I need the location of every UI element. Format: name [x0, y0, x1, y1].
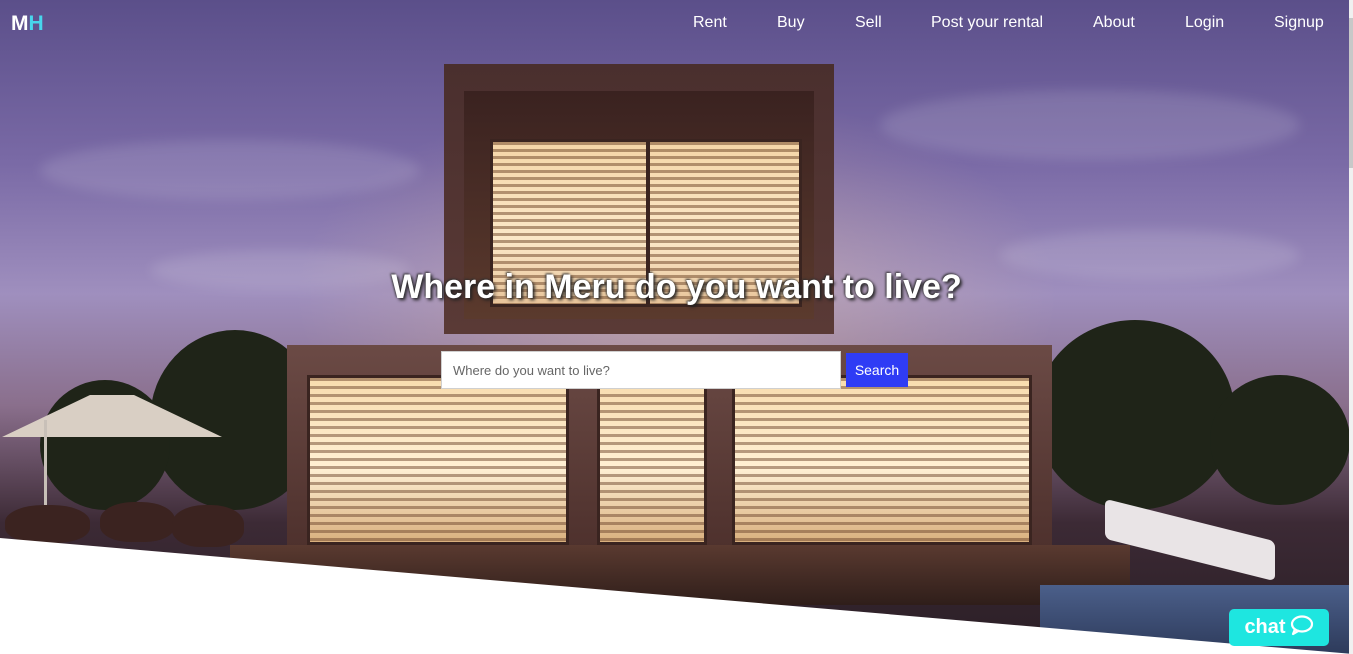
- nav-post-your-rental[interactable]: Post your rental: [931, 14, 1043, 32]
- speech-bubble-icon: [1290, 614, 1314, 642]
- nav-buy[interactable]: Buy: [777, 14, 805, 32]
- location-search-input[interactable]: [441, 351, 841, 389]
- chat-button[interactable]: chat: [1229, 609, 1329, 646]
- nav-sell[interactable]: Sell: [855, 14, 882, 32]
- scrollbar-thumb[interactable]: [1349, 18, 1353, 168]
- main-nav: Rent Buy Sell Post your rental About Log…: [0, 14, 1353, 34]
- hero-headline: Where in Meru do you want to live?: [391, 268, 962, 306]
- nav-rent[interactable]: Rent: [693, 14, 727, 32]
- search-button[interactable]: Search: [846, 353, 908, 387]
- nav-login[interactable]: Login: [1185, 14, 1224, 32]
- page-scrollbar[interactable]: [1349, 0, 1353, 654]
- nav-signup[interactable]: Signup: [1274, 14, 1324, 32]
- chat-label: chat: [1244, 616, 1286, 638]
- nav-about[interactable]: About: [1093, 14, 1135, 32]
